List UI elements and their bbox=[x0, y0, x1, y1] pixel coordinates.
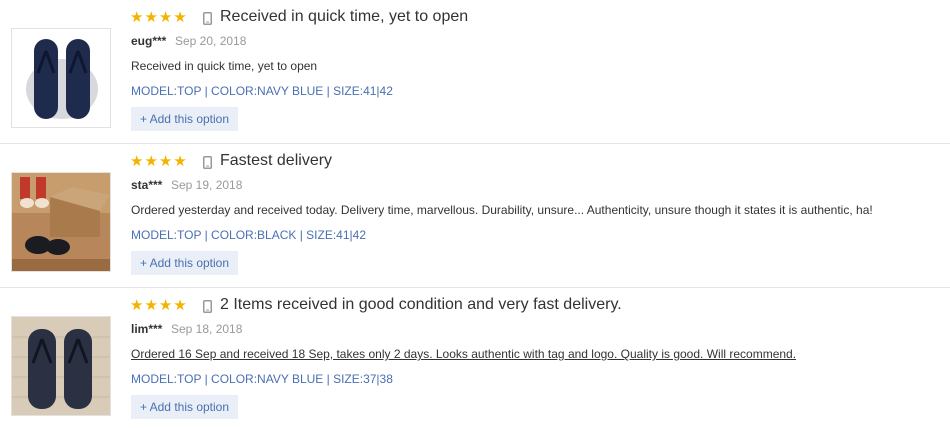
review-photo[interactable] bbox=[11, 172, 111, 272]
star-icon: ★ bbox=[130, 9, 144, 26]
star-icon: ★ bbox=[130, 297, 144, 314]
star-icon: ★ bbox=[158, 153, 173, 170]
add-this-option-button[interactable]: + Add this option bbox=[131, 251, 238, 275]
mobile-device-icon bbox=[203, 300, 212, 313]
review-item: ★ ★ ★ ★ Fastest delivery sta*** Sep 19, … bbox=[0, 144, 950, 288]
review-item: ★ ★ ★ ★ Received in quick time, yet to o… bbox=[0, 0, 950, 144]
review-item: ★ ★ ★ ★ 2 Items received in good conditi… bbox=[0, 288, 950, 428]
add-this-option-button[interactable]: + Add this option bbox=[131, 395, 238, 419]
review-date: Sep 19, 2018 bbox=[171, 178, 243, 192]
reviewer-name: eug*** bbox=[131, 34, 167, 48]
review-text: Ordered yesterday and received today. De… bbox=[131, 203, 873, 217]
star-icon: ★ bbox=[173, 297, 187, 314]
review-photo[interactable] bbox=[11, 316, 111, 416]
review-title: Fastest delivery bbox=[220, 152, 333, 169]
star-icon: ★ bbox=[173, 9, 187, 26]
review-text: Received in quick time, yet to open bbox=[131, 59, 318, 73]
reviewer-name: lim*** bbox=[131, 322, 163, 336]
star-icon: ★ bbox=[158, 9, 173, 26]
review-title: 2 Items received in good condition and v… bbox=[220, 296, 622, 313]
review-sku-variant: MODEL:TOP | COLOR:NAVY BLUE | SIZE:37|38 bbox=[131, 372, 393, 386]
star-icon: ★ bbox=[144, 297, 158, 314]
star-icon: ★ bbox=[173, 153, 187, 170]
review-sku-variant: MODEL:TOP | COLOR:NAVY BLUE | SIZE:41|42 bbox=[131, 84, 393, 98]
review-title: Received in quick time, yet to open bbox=[220, 8, 469, 25]
review-date: Sep 20, 2018 bbox=[175, 34, 247, 48]
star-icon: ★ bbox=[144, 153, 158, 170]
review-text: Ordered 16 Sep and received 18 Sep, take… bbox=[131, 347, 797, 361]
add-this-option-button[interactable]: + Add this option bbox=[131, 107, 238, 131]
star-icon: ★ bbox=[158, 297, 173, 314]
mobile-device-icon bbox=[203, 156, 212, 169]
star-icon: ★ bbox=[130, 153, 144, 170]
star-rating: ★ ★ ★ ★ bbox=[130, 154, 187, 170]
mobile-device-icon bbox=[203, 12, 212, 25]
star-icon: ★ bbox=[144, 9, 158, 26]
review-sku-variant: MODEL:TOP | COLOR:BLACK | SIZE:41|42 bbox=[131, 228, 366, 242]
review-photo[interactable] bbox=[11, 28, 111, 128]
star-rating: ★ ★ ★ ★ bbox=[130, 10, 187, 26]
reviewer-name: sta*** bbox=[131, 178, 163, 192]
review-date: Sep 18, 2018 bbox=[171, 322, 243, 336]
star-rating: ★ ★ ★ ★ bbox=[130, 298, 187, 314]
